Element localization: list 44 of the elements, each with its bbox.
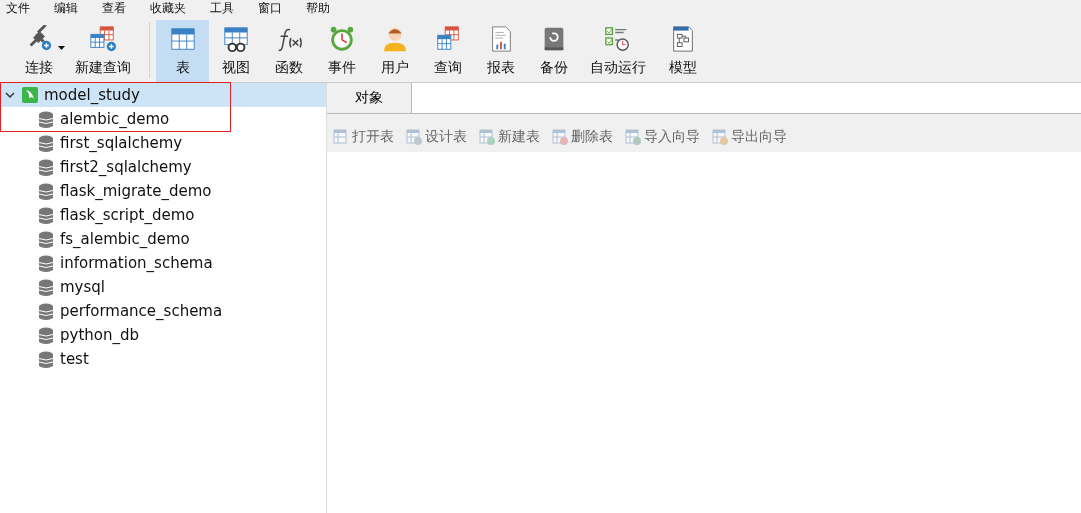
toolbar-button[interactable]: 报表 [474,20,527,82]
toolbar-button[interactable]: 新建查询 [65,20,141,82]
connection-name: model_study [44,86,140,104]
toolbar-button[interactable]: 表 [156,20,209,82]
toolbar-button[interactable]: 函数 [262,20,315,82]
tree-item[interactable]: flask_script_demo [0,203,326,227]
toolbar-button[interactable]: 备份 [527,20,580,82]
toolbar-button[interactable]: 用户 [368,20,421,82]
database-name: first2_sqlalchemy [60,158,192,176]
database-name: mysql [60,278,105,296]
menu-item[interactable]: 收藏夹 [150,1,210,15]
tree-item[interactable]: model_study [0,83,326,107]
database-name: flask_migrate_demo [60,182,212,200]
database-name: python_db [60,326,139,344]
toolbar-button[interactable]: 视图 [209,20,262,82]
tree-item[interactable]: fs_alembic_demo [0,227,326,251]
database-name: flask_script_demo [60,206,195,224]
tree-item[interactable]: performance_schema [0,299,326,323]
tree-item[interactable]: information_schema [0,251,326,275]
toolbar-button[interactable]: 查询 [421,20,474,82]
database-name: first_sqlalchemy [60,134,183,152]
toolbar-button[interactable]: 自动运行 [580,20,656,82]
database-name: alembic_demo [60,110,170,128]
tree-item[interactable]: test [0,347,326,371]
menu-item[interactable]: 窗口 [258,1,306,15]
tab[interactable]: 对象 [327,83,412,113]
database-name: information_schema [60,254,213,272]
toolbar-button[interactable]: 事件 [315,20,368,82]
tree-item[interactable]: python_db [0,323,326,347]
tree-item[interactable]: first2_sqlalchemy [0,155,326,179]
database-name: fs_alembic_demo [60,230,190,248]
toolbar-button[interactable]: 模型 [656,20,709,82]
menu-item[interactable]: 查看 [102,1,150,15]
tree-item[interactable]: first_sqlalchemy [0,131,326,155]
tree-item[interactable]: flask_migrate_demo [0,179,326,203]
tree-item[interactable]: mysql [0,275,326,299]
menu-item[interactable]: 帮助 [306,1,354,15]
menu-item[interactable]: 编辑 [54,1,102,15]
database-name: test [60,350,89,368]
toolbar-button[interactable]: 连接 [12,20,65,82]
menu-item[interactable]: 工具 [210,1,258,15]
tree-item[interactable]: alembic_demo [0,107,326,131]
menu-item[interactable]: 文件 [6,1,54,15]
database-name: performance_schema [60,302,223,320]
